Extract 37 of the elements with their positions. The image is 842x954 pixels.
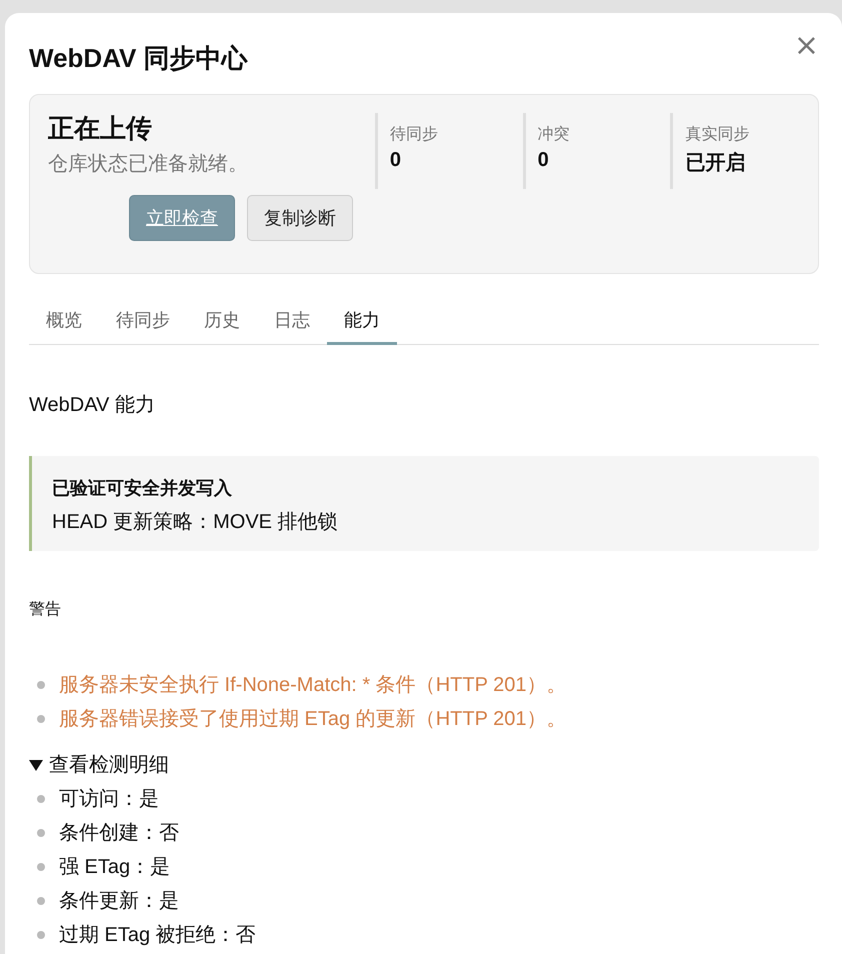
bullet-icon [37,897,45,905]
detail-item: 条件更新：是 [59,889,179,914]
detail-item: 过期 ETag 被拒绝：否 [59,923,256,948]
bullet-icon [37,715,45,723]
warnings-heading: 警告 [29,600,62,620]
stat-value: 0 [390,149,402,172]
stat-label: 待同步 [390,124,439,145]
dialog-title: WebDAV 同步中心 [29,42,248,75]
warning-text: 服务器错误接受了使用过期 ETag 的更新（HTTP 201）。 [59,707,566,732]
bullet-icon [37,863,45,871]
callout-text: HEAD 更新策略：MOVE 排他锁 [52,510,339,535]
tab[interactable]: 能力 [327,296,397,345]
tab[interactable]: 日志 [257,296,327,345]
tab[interactable]: 概览 [29,296,99,345]
details-toggle[interactable]: 查看检测明细 [29,748,169,782]
copy-diagnostics-button[interactable]: 复制诊断 [247,195,353,242]
bullet-icon [37,829,45,837]
triangle-icon [29,758,43,772]
stat-value: 已开启 [685,150,746,176]
status-title: 正在上传 [48,113,153,144]
stat-label: 冲突 [538,124,571,145]
detail-item: 条件创建：否 [59,821,179,846]
status-subtitle: 仓库状态已准备就绪。 [48,152,249,178]
detail-item: 可访问：是 [59,787,159,812]
stat-label: 真实同步 [685,124,750,145]
callout-title: 已验证可安全并发写入 [52,477,233,500]
tab[interactable]: 历史 [187,296,257,345]
bullet-icon [37,931,45,939]
detail-item: 强 ETag：是 [59,855,170,880]
tab[interactable]: 待同步 [99,296,187,345]
close-button[interactable]: × [794,31,819,61]
section-title: WebDAV 能力 [29,393,156,418]
check-now-button[interactable]: 立即检查 [129,195,235,242]
stat-value: 0 [538,149,550,172]
bullet-icon [37,795,45,803]
warning-text: 服务器未安全执行 If-None-Match: * 条件（HTTP 201）。 [59,673,566,698]
bullet-icon [37,681,45,689]
